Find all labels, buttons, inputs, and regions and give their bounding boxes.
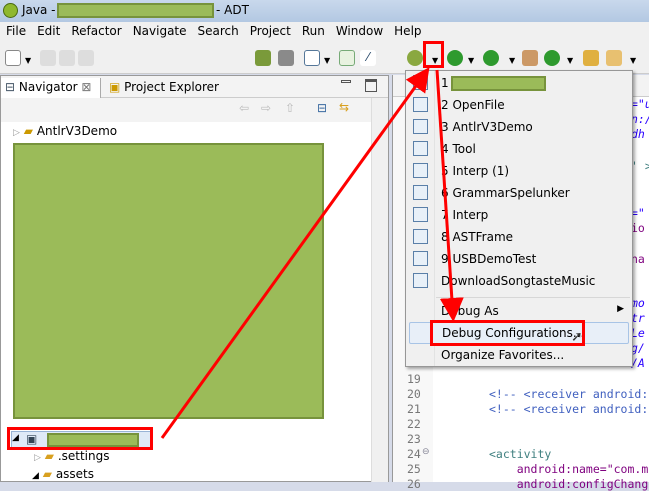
annotation-arrows (160, 67, 464, 439)
annotation-arrow-2 (435, 69, 464, 322)
annotation-arrow-1 (160, 67, 430, 439)
